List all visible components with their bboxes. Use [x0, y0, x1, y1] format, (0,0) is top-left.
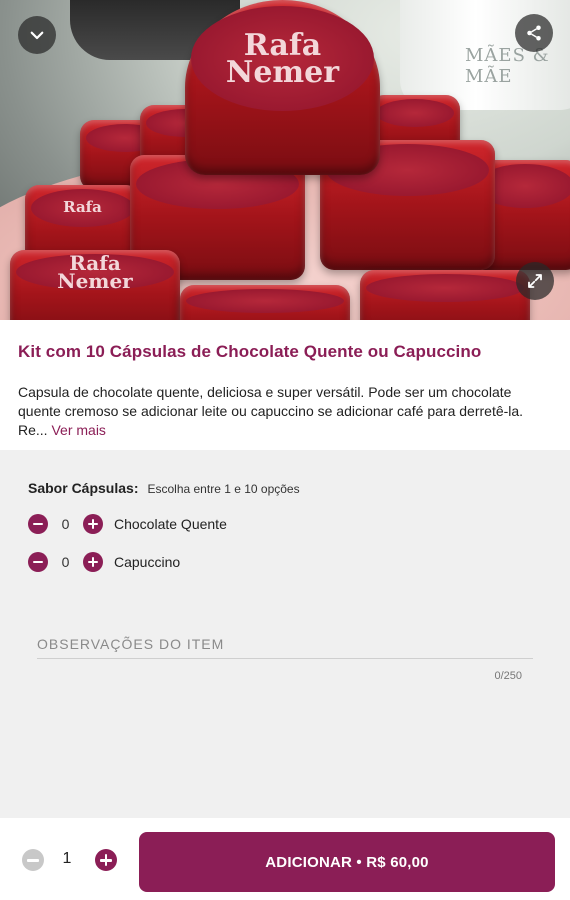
footer-quantity: 1 [62, 850, 72, 867]
chevron-down-icon [30, 31, 44, 40]
brand-text: Rafa [63, 198, 102, 217]
option-name: Chocolate Quente [114, 516, 227, 532]
notes-char-counter: 0/250 [494, 670, 522, 682]
option-row-chocolate-quente: 0 Chocolate Quente [28, 512, 227, 536]
share-icon [527, 25, 541, 41]
option-quantity: 0 [61, 554, 70, 570]
option-quantity: 0 [61, 516, 70, 532]
decrease-button[interactable] [28, 514, 48, 534]
capsule: Rafa Nemer [10, 250, 180, 320]
plus-icon [95, 849, 117, 871]
increase-button[interactable] [83, 514, 103, 534]
footer-bar: 1 ADICIONAR • R$ 60,00 [0, 818, 570, 900]
capsule [360, 270, 530, 320]
option-row-capuccino: 0 Capuccino [28, 550, 180, 574]
option-name: Capuccino [114, 554, 181, 570]
option-group-header: Sabor Cápsulas: Escolha entre 1 e 10 opç… [28, 480, 300, 496]
see-more-link[interactable]: Ver mais [51, 422, 105, 438]
footer-decrease-button[interactable] [22, 849, 44, 871]
product-image: MÃES & MÃE Rafa Rafa Nemer Rafa Nemer [0, 0, 570, 320]
footer-increase-button[interactable] [95, 849, 117, 871]
product-description: Capsula de chocolate quente, deliciosa e… [18, 384, 524, 438]
expand-icon [528, 274, 542, 288]
options-section: Sabor Cápsulas: Escolha entre 1 e 10 opç… [0, 450, 570, 818]
add-to-cart-button[interactable]: ADICIONAR • R$ 60,00 [139, 832, 555, 892]
item-notes-input[interactable] [37, 636, 533, 659]
minus-icon [22, 849, 44, 871]
mug-text: MÃES & MÃE [465, 45, 550, 87]
collapse-button[interactable] [18, 16, 56, 54]
option-group-label: Sabor Cápsulas: [28, 480, 139, 496]
capsule-top: Rafa Nemer [185, 0, 380, 175]
capsule [180, 285, 350, 320]
product-title: Kit com 10 Cápsulas de Chocolate Quente … [18, 342, 482, 361]
product-info: Kit com 10 Cápsulas de Chocolate Quente … [0, 320, 570, 450]
share-button[interactable] [515, 14, 553, 52]
expand-button[interactable] [516, 262, 554, 300]
decrease-button[interactable] [28, 552, 48, 572]
option-group-hint: Escolha entre 1 e 10 opções [147, 482, 300, 496]
increase-button[interactable] [83, 552, 103, 572]
